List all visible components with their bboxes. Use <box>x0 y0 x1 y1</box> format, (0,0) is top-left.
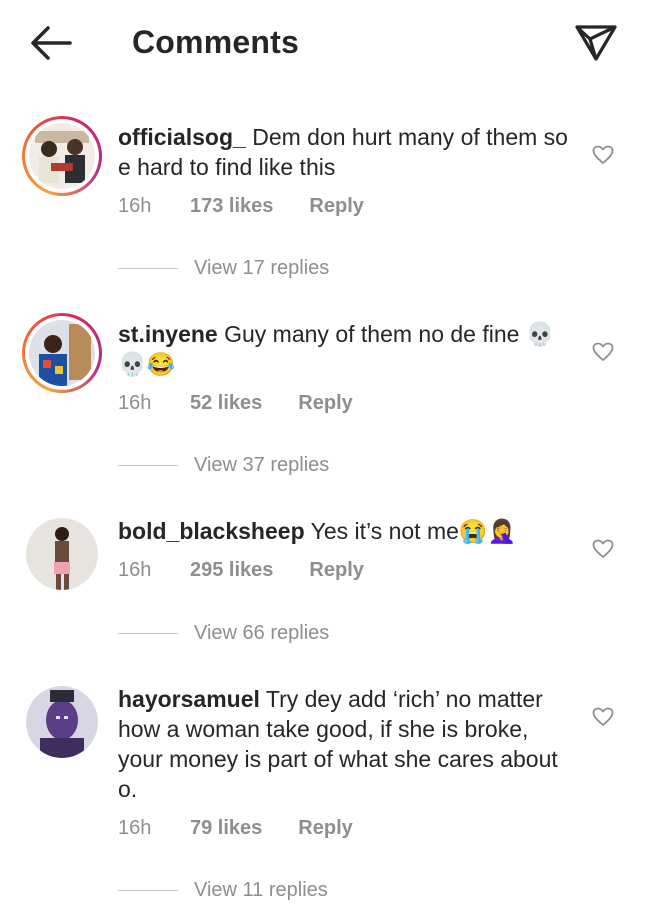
send-button[interactable] <box>574 22 618 62</box>
view-replies-label: View 17 replies <box>194 257 330 279</box>
comment-time: 16h <box>118 559 152 581</box>
reply-button[interactable]: Reply <box>298 392 352 415</box>
divider-line <box>118 633 178 635</box>
view-replies-button[interactable]: View 37 replies <box>118 454 329 478</box>
comment-time: 16h <box>118 195 152 217</box>
comment-body: officialsog_ Dem don hurt many of them s… <box>118 122 578 182</box>
heart-icon[interactable] <box>592 707 614 727</box>
divider-line <box>118 465 178 467</box>
reply-button[interactable]: Reply <box>309 195 363 218</box>
view-replies-button[interactable]: View 66 replies <box>118 622 329 646</box>
comment-meta: 16h 173 likes Reply <box>118 195 364 218</box>
avatar-image <box>26 686 98 758</box>
reply-button[interactable]: Reply <box>309 559 363 582</box>
view-replies-label: View 66 replies <box>194 622 330 644</box>
comment-body: hayorsamuel Try dey add ‘rich’ no matter… <box>118 684 578 804</box>
heart-icon[interactable] <box>592 342 614 362</box>
comment-username[interactable]: bold_blacksheep <box>118 518 305 544</box>
avatar-image <box>29 123 95 189</box>
avatar-image <box>26 518 98 590</box>
back-arrow-icon <box>31 26 72 60</box>
heart-icon[interactable] <box>592 145 614 165</box>
avatar[interactable] <box>22 116 102 196</box>
send-icon <box>575 25 617 61</box>
view-replies-label: View 37 replies <box>194 454 330 476</box>
avatar[interactable] <box>22 514 102 594</box>
divider-line <box>118 268 178 270</box>
view-replies-button[interactable]: View 17 replies <box>118 257 329 281</box>
comment-meta: 16h 295 likes Reply <box>118 559 364 582</box>
comment-meta: 16h 79 likes Reply <box>118 817 353 840</box>
comment-body: st.inyene Guy many of them no de fine 💀💀… <box>118 319 578 379</box>
story-ring <box>22 116 102 196</box>
divider-line <box>118 890 178 892</box>
back-button[interactable] <box>28 22 74 64</box>
view-replies-label: View 11 replies <box>194 879 328 901</box>
avatar-image <box>29 320 95 386</box>
comment-text: Yes it’s not me😭🤦‍♀️ <box>304 518 517 544</box>
comment-likes[interactable]: 295 likes <box>190 559 273 582</box>
avatar[interactable] <box>22 313 102 393</box>
story-ring <box>22 313 102 393</box>
comment-likes[interactable]: 79 likes <box>190 817 262 840</box>
heart-icon[interactable] <box>592 539 614 559</box>
comment-username[interactable]: st.inyene <box>118 321 218 347</box>
avatar[interactable] <box>22 682 102 762</box>
header: Comments <box>0 0 654 88</box>
comment-likes[interactable]: 173 likes <box>190 195 273 218</box>
comment-time: 16h <box>118 817 152 839</box>
comment-body: bold_blacksheep Yes it’s not me😭🤦‍♀️ <box>118 516 578 546</box>
comment-username[interactable]: officialsog_ <box>118 124 246 150</box>
comment-meta: 16h 52 likes Reply <box>118 392 353 415</box>
view-replies-button[interactable]: View 11 replies <box>118 879 328 903</box>
comment-username[interactable]: hayorsamuel <box>118 686 260 712</box>
comment-time: 16h <box>118 392 152 414</box>
reply-button[interactable]: Reply <box>298 817 352 840</box>
page-title: Comments <box>132 24 299 60</box>
comment-likes[interactable]: 52 likes <box>190 392 262 415</box>
